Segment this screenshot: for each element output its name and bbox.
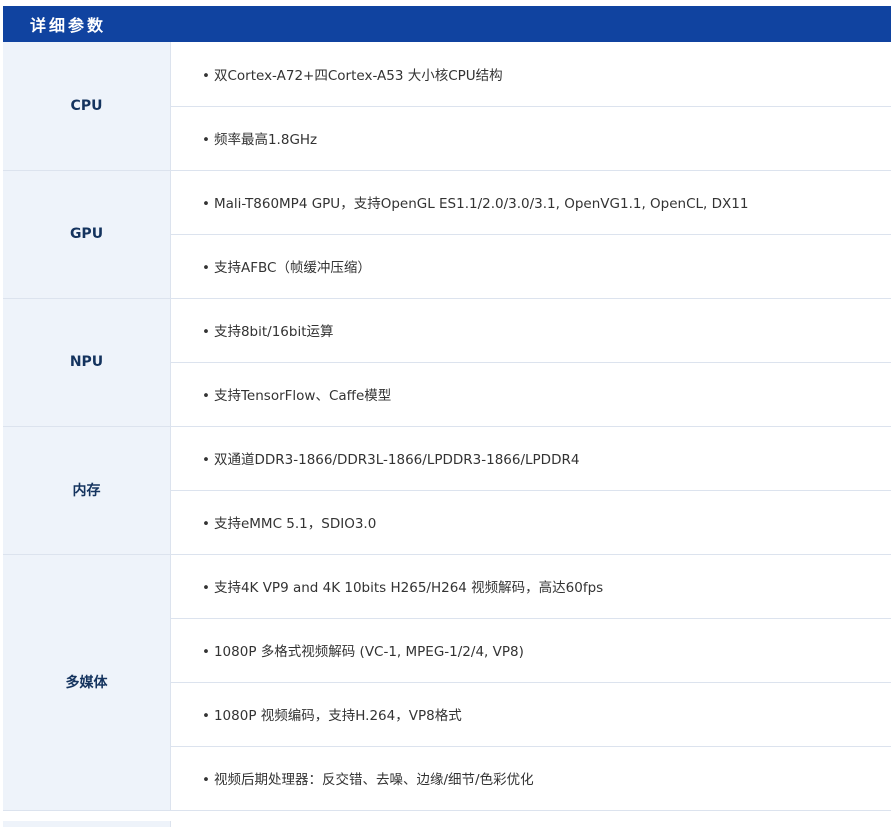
- section-title: 详细参数: [30, 16, 107, 35]
- spec-item-text: 双通道DDR3-1866/DDR3L-1866/LPDDR3-1866/LPDD…: [213, 452, 580, 468]
- spec-item-text: Mali-T860MP4 GPU，支持OpenGL ES1.1/2.0/3.0/…: [213, 196, 749, 212]
- spec-item-text: 支持4K VP9 and 4K 10bits H265/H264 视频解码，高达…: [213, 580, 604, 596]
- spec-item: • 支持TensorFlow、Caffe模型: [170, 362, 891, 427]
- spec-row: CPU • 双Cortex-A72+四Cortex-A53 大小核CPU结构: [3, 42, 891, 171]
- spec-item: • 支持4K VP9 and 4K 10bits H265/H264 视频解码，高…: [170, 554, 891, 619]
- next-row-edge: [3, 821, 891, 827]
- spec-row: 内存 • 双通道DDR3-1866/DDR3L-1866/LPDDR3-1866/…: [3, 426, 891, 555]
- spec-row: NPU • 支持8bit/16bit运算: [3, 298, 891, 427]
- spec-table: CPU • 双Cortex-A72+四Cortex-A53 大小核CPU结构 • 频…: [3, 42, 891, 811]
- spec-item-text: 1080P 多格式视频解码 (VC-1, MPEG-1/2/4, VP8): [213, 644, 524, 660]
- bullet-icon: •: [202, 772, 210, 788]
- bullet-icon: •: [202, 452, 210, 468]
- section-header: 详细参数: [3, 6, 891, 42]
- spec-item-text: 支持TensorFlow、Caffe模型: [213, 388, 392, 404]
- bullet-icon: •: [202, 644, 210, 660]
- spec-item: • 频率最高1.8GHz: [170, 106, 891, 171]
- bullet-icon: •: [202, 580, 210, 596]
- bullet-icon: •: [202, 67, 210, 84]
- spec-item-text: 支持AFBC（帧缓冲压缩）: [213, 260, 371, 276]
- spec-item: • 1080P 视频编码，支持H.264，VP8格式: [170, 682, 891, 747]
- spec-item-text: 支持8bit/16bit运算: [213, 324, 334, 340]
- bullet-icon: •: [202, 388, 210, 404]
- spec-item: • 视频后期处理器：反交错、去噪、边缘/细节/色彩优化: [170, 746, 891, 811]
- next-category-cell: [3, 821, 171, 827]
- bullet-icon: •: [202, 260, 210, 276]
- bullet-icon: •: [202, 196, 210, 212]
- spec-row: GPU • Mali-T860MP4 GPU，支持OpenGL ES1.1/2.0…: [3, 170, 891, 299]
- spec-category-multimedia: 多媒体: [3, 554, 171, 811]
- spec-category-gpu: GPU: [3, 170, 171, 299]
- spec-category-cpu: CPU: [3, 42, 171, 171]
- bullet-icon: •: [202, 324, 210, 340]
- spec-item: • 1080P 多格式视频解码 (VC-1, MPEG-1/2/4, VP8): [170, 618, 891, 683]
- spec-row: 多媒体 • 支持4K VP9 and 4K 10bits H265/H264 视频…: [3, 554, 891, 811]
- bullet-icon: •: [202, 516, 210, 532]
- spec-item: • 双Cortex-A72+四Cortex-A53 大小核CPU结构: [170, 42, 891, 107]
- bullet-icon: •: [202, 708, 210, 724]
- spec-item: • 支持AFBC（帧缓冲压缩）: [170, 234, 891, 299]
- spec-item: • 支持eMMC 5.1，SDIO3.0: [170, 490, 891, 555]
- spec-item: • Mali-T860MP4 GPU，支持OpenGL ES1.1/2.0/3.0…: [170, 170, 891, 235]
- spec-item-text: 视频后期处理器：反交错、去噪、边缘/细节/色彩优化: [213, 772, 534, 788]
- bullet-icon: •: [202, 132, 210, 148]
- spec-item: • 双通道DDR3-1866/DDR3L-1866/LPDDR3-1866/LPD…: [170, 426, 891, 491]
- spec-item-text: 支持eMMC 5.1，SDIO3.0: [213, 516, 377, 532]
- spec-item-text: 频率最高1.8GHz: [213, 132, 318, 148]
- spec-category-npu: NPU: [3, 298, 171, 427]
- spec-item-text: 双Cortex-A72+四Cortex-A53 大小核CPU结构: [213, 67, 503, 84]
- spec-item-text: 1080P 视频编码，支持H.264，VP8格式: [213, 708, 462, 724]
- spec-item: • 支持8bit/16bit运算: [170, 298, 891, 363]
- spec-category-memory: 内存: [3, 426, 171, 555]
